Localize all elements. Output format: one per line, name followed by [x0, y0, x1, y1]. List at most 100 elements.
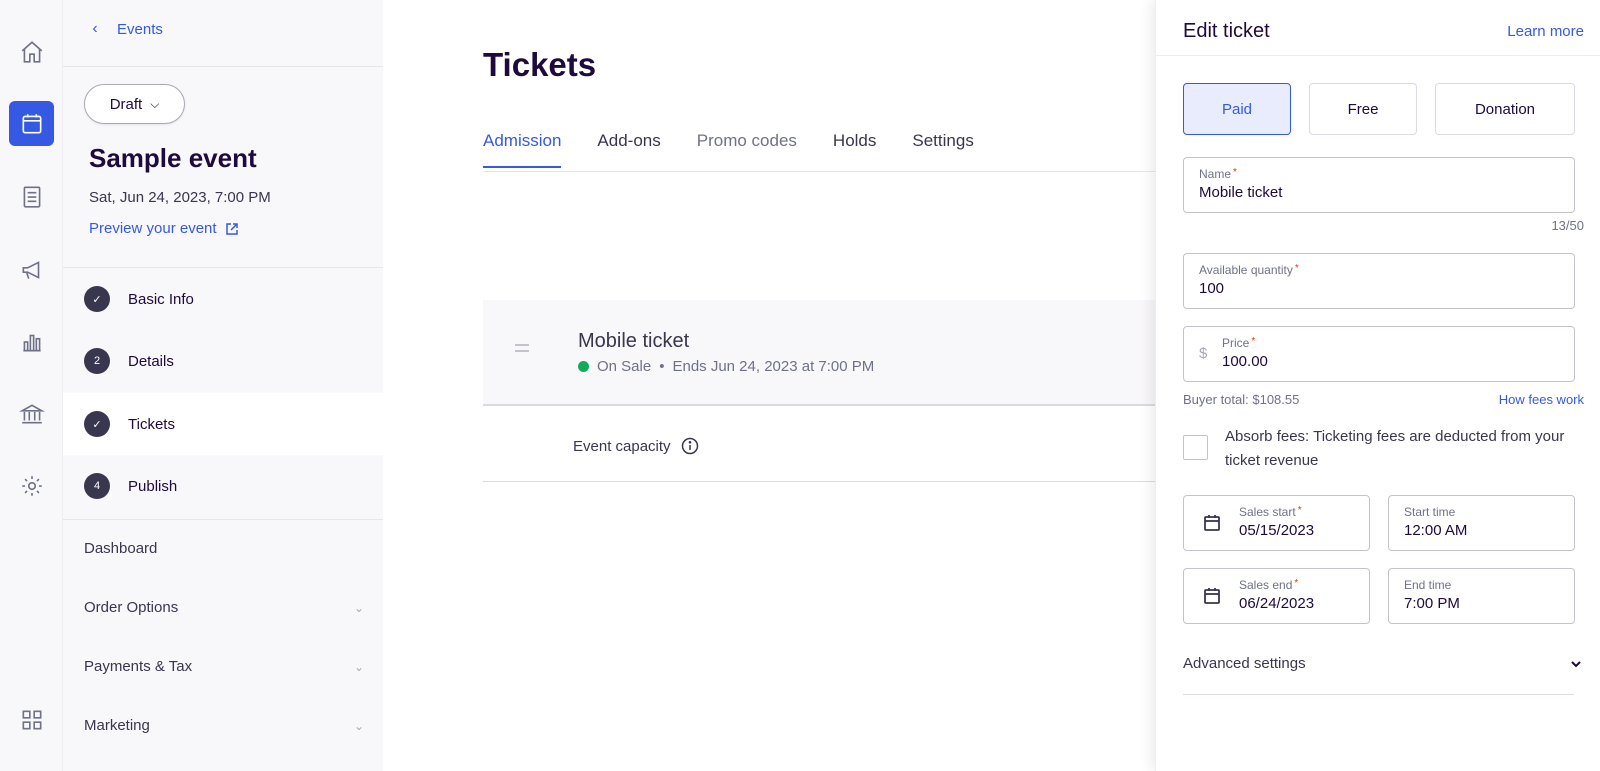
field-label: Start time	[1404, 505, 1456, 519]
preview-label: Preview your event	[89, 220, 217, 237]
name-value: Mobile ticket	[1199, 184, 1283, 201]
back-label: Events	[117, 20, 163, 38]
field-label: Sales end *	[1239, 578, 1299, 592]
panel-title: Edit ticket	[1183, 20, 1270, 42]
field-label: Price *	[1222, 336, 1256, 350]
icon-rail	[0, 0, 63, 771]
ticket-name: Mobile ticket	[578, 330, 690, 352]
donation-type-button[interactable]: Donation	[1435, 83, 1575, 135]
status-dropdown[interactable]: Draft ⌵	[84, 84, 185, 124]
step-basic-info[interactable]: ✓ Basic Info	[63, 268, 383, 330]
how-fees-link[interactable]: How fees work	[1499, 392, 1584, 407]
status-dot-icon	[578, 361, 589, 372]
absorb-fees-label: Absorb fees: Ticketing fees are deducted…	[1225, 428, 1565, 469]
calendar-icon	[1204, 588, 1220, 604]
step-tickets[interactable]: ✓ Tickets	[63, 393, 383, 455]
tab-holds[interactable]: Holds	[833, 131, 876, 168]
tab-admission[interactable]: Admission	[483, 131, 562, 168]
step-publish[interactable]: 4 Publish	[63, 455, 383, 517]
chevron-down-icon: ⌄	[353, 659, 364, 674]
divider	[483, 481, 1155, 482]
check-icon: ✓	[84, 411, 110, 437]
check-icon: ✓	[84, 286, 110, 312]
advanced-settings-toggle[interactable]: Advanced settings	[1183, 655, 1583, 672]
quantity-field[interactable]: Available quantity * 100	[1183, 253, 1575, 309]
tab-promo-codes[interactable]: Promo codes	[697, 131, 797, 168]
drag-handle-icon[interactable]	[515, 344, 529, 356]
paid-type-button[interactable]: Paid	[1183, 83, 1291, 135]
ticket-status: On Sale • Ends Jun 24, 2023 at 7:00 PM	[578, 358, 874, 375]
preview-event-link[interactable]: Preview your event	[89, 220, 239, 237]
ticket-row[interactable]: Mobile ticket On Sale • Ends Jun 24, 202…	[483, 300, 1155, 406]
field-label: Name *	[1199, 167, 1237, 181]
chevron-down-icon: ⌵	[150, 96, 160, 111]
event-sidebar: ‹ Events Draft ⌵ Sample event Sat, Jun 2…	[63, 0, 383, 771]
back-to-events[interactable]: ‹ Events	[87, 20, 163, 38]
free-type-button[interactable]: Free	[1309, 83, 1417, 135]
status-dropdown-label: Draft	[109, 95, 143, 113]
price-value: 100.00	[1222, 353, 1268, 370]
info-icon[interactable]	[681, 437, 699, 455]
step-number: 2	[84, 348, 110, 374]
buyer-total: Buyer total: $108.55	[1183, 392, 1300, 407]
chevron-down-icon	[1571, 660, 1581, 667]
sidebar-item-order-options[interactable]: Order Options ⌄	[84, 599, 364, 616]
end-time-value: 7:00 PM	[1404, 595, 1460, 612]
divider	[63, 519, 383, 520]
bullet-separator: •	[659, 358, 665, 375]
start-time-value: 12:00 AM	[1404, 522, 1468, 539]
end-time-field[interactable]: End time 7:00 PM	[1388, 568, 1575, 624]
calendar-icon[interactable]	[9, 101, 54, 146]
sidebar-item-label: Payments & Tax	[84, 658, 193, 675]
name-field[interactable]: Name * Mobile ticket	[1183, 157, 1575, 213]
field-label: Sales start *	[1239, 505, 1302, 519]
status-label: On Sale	[597, 358, 652, 375]
chevron-down-icon: ⌄	[353, 600, 364, 615]
step-details[interactable]: 2 Details	[63, 330, 383, 392]
chevron-left-icon: ‹	[92, 20, 98, 37]
tab-settings[interactable]: Settings	[912, 131, 973, 168]
price-field[interactable]: $ Price * 100.00	[1183, 326, 1575, 382]
divider	[1183, 694, 1574, 695]
sales-start-value: 05/15/2023	[1239, 522, 1315, 539]
external-link-icon	[225, 222, 238, 235]
edit-ticket-panel: Edit ticket Learn more Paid Free Donatio…	[1155, 0, 1600, 771]
tabs-divider	[483, 171, 1155, 172]
sidebar-item-label: Marketing	[84, 717, 150, 734]
settings-icon[interactable]	[9, 463, 54, 508]
event-date: Sat, Jun 24, 2023, 7:00 PM	[89, 189, 271, 206]
sidebar-item-dashboard[interactable]: Dashboard	[84, 540, 364, 557]
sidebar-item-payments-tax[interactable]: Payments & Tax ⌄	[84, 658, 364, 675]
orders-icon[interactable]	[9, 174, 54, 219]
event-title: Sample event	[89, 143, 257, 173]
quantity-value: 100	[1199, 280, 1225, 297]
calendar-icon	[1204, 515, 1220, 531]
megaphone-icon[interactable]	[9, 247, 54, 292]
step-label: Publish	[128, 477, 178, 495]
learn-more-link[interactable]: Learn more	[1507, 23, 1584, 40]
apps-icon[interactable]	[9, 697, 54, 742]
char-count: 13/50	[1551, 218, 1584, 233]
sidebar-item-marketing[interactable]: Marketing ⌄	[84, 717, 364, 734]
absorb-fees-checkbox[interactable]	[1183, 435, 1208, 460]
field-label: Available quantity *	[1199, 263, 1299, 277]
step-label: Details	[128, 352, 174, 370]
advanced-settings-label: Advanced settings	[1183, 655, 1306, 672]
capacity-label: Event capacity	[573, 437, 671, 455]
start-time-field[interactable]: Start time 12:00 AM	[1388, 495, 1575, 551]
divider	[63, 66, 383, 67]
sales-start-field[interactable]: Sales start * 05/15/2023	[1183, 495, 1370, 551]
step-number: 4	[84, 473, 110, 499]
sales-end-field[interactable]: Sales end * 06/24/2023	[1183, 568, 1370, 624]
sidebar-item-label: Order Options	[84, 599, 179, 616]
ticket-end-date: Ends Jun 24, 2023 at 7:00 PM	[672, 358, 875, 375]
home-icon[interactable]	[9, 29, 54, 74]
page-title: Tickets	[483, 46, 597, 83]
reports-icon[interactable]	[9, 319, 54, 364]
step-label: Tickets	[128, 415, 175, 433]
chevron-down-icon: ⌄	[353, 718, 364, 733]
tab-add-ons[interactable]: Add-ons	[597, 131, 660, 168]
event-capacity: Event capacity	[573, 437, 699, 455]
sales-end-value: 06/24/2023	[1239, 595, 1315, 612]
finance-icon[interactable]	[9, 391, 54, 436]
